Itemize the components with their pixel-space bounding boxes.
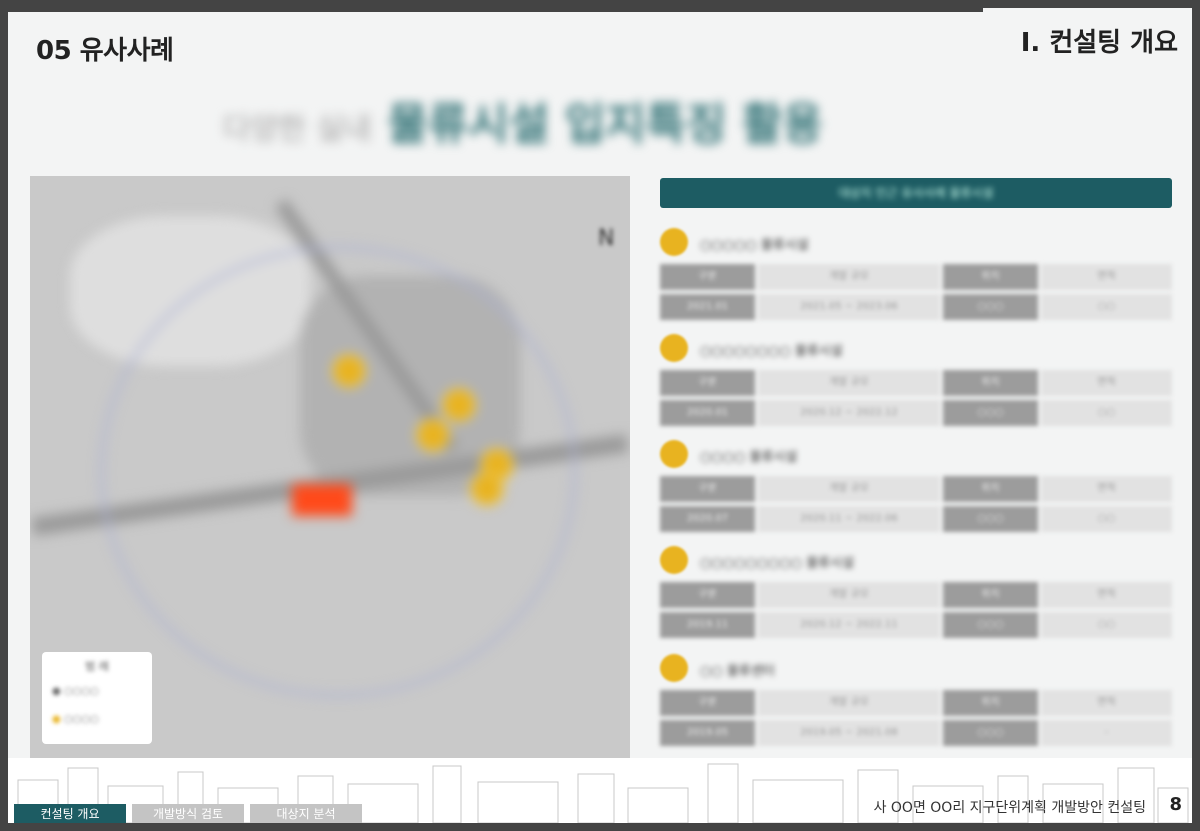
chapter-title: Ⅰ. 컨설팅 개요 xyxy=(1020,28,1178,58)
panel-header: 대상지 인근 유사사례 물류시설 xyxy=(660,178,1172,208)
section-title: 05 유사사례 xyxy=(36,36,174,66)
case-name: ○○○○○○○○○ 물류시설 xyxy=(700,556,855,571)
project-title: 사 OO면 OO리 지구단위계획 개발방안 컨설팅 xyxy=(873,800,1146,816)
case-name: ○○○○○○○○ 물류시설 xyxy=(700,344,843,359)
legend-title: 범 례 xyxy=(85,660,109,673)
location-map: N 범 례 ● ○○○○ ● ○○○○ xyxy=(30,176,630,758)
case-name: ○○ 물류센터 xyxy=(700,664,775,679)
case-dot-icon xyxy=(660,546,688,574)
case-table: 구분 개발 규모 위치 면적 2020.01 2020.12 ~ 2022.12… xyxy=(660,370,1172,426)
page-number: 8 xyxy=(1169,794,1182,815)
target-site-marker xyxy=(292,484,352,516)
case-dot-icon xyxy=(660,440,688,468)
top-rule xyxy=(8,8,983,12)
slide: 05 유사사례 Ⅰ. 컨설팅 개요 다양한 실내 물류시설 입지특징 활용 N 범… xyxy=(8,8,1192,823)
case-name: ○○○○○ 물류시설 xyxy=(700,238,809,253)
legend-item: ● ○○○○ xyxy=(52,714,99,725)
headline: 다양한 실내 물류시설 입지특징 활용 xyxy=(223,88,823,152)
tab-site-analysis[interactable]: 대상지 분석 xyxy=(250,804,362,823)
case-dot-icon xyxy=(660,654,688,682)
case-marker xyxy=(442,388,476,422)
headline-emphasis: 물류시설 입지특징 활용 xyxy=(387,99,823,150)
case-table: 구분 개발 규모 위치 면적 2019.05 2019.05 ~ 2021.08… xyxy=(660,690,1172,746)
case-dot-icon xyxy=(660,228,688,256)
case-marker xyxy=(470,472,504,506)
tab-consulting-overview[interactable]: 컨설팅 개요 xyxy=(14,804,126,823)
case-dot-icon xyxy=(660,334,688,362)
case-table: 구분 개발 규모 위치 면적 2019.11 2020.12 ~ 2022.11… xyxy=(660,582,1172,638)
case-table: 구분 개발 규모 위치 면적 2021.01 2021.05 ~ 2023.06… xyxy=(660,264,1172,320)
map-legend: 범 례 ● ○○○○ ● ○○○○ xyxy=(42,652,152,744)
north-arrow-icon: N xyxy=(598,226,615,251)
tab-development-review[interactable]: 개발방식 검토 xyxy=(132,804,244,823)
headline-lead: 다양한 실내 xyxy=(223,112,372,147)
case-marker xyxy=(416,418,450,452)
case-name: ○○○○ 물류시설 xyxy=(700,450,798,465)
case-marker xyxy=(332,354,366,388)
legend-item: ● ○○○○ xyxy=(52,686,99,697)
case-table: 구분 개발 규모 위치 면적 2020.07 2020.11 ~ 2022.06… xyxy=(660,476,1172,532)
